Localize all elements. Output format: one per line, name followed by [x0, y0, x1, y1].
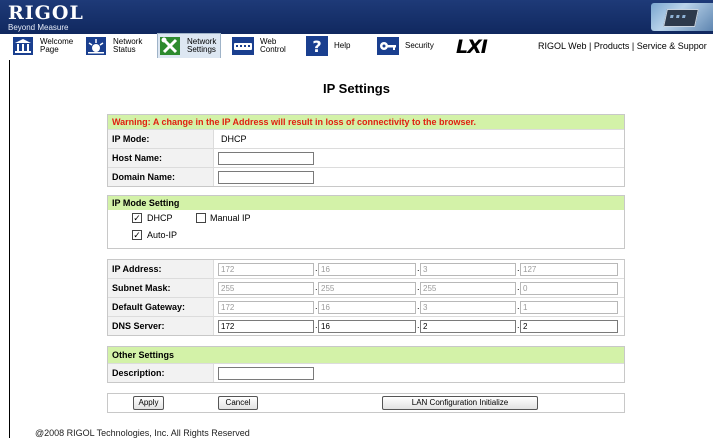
domain-name-label: Domain Name:: [108, 168, 214, 186]
ip-address-octet-4[interactable]: [520, 263, 618, 276]
subnet-mask-octet-4[interactable]: [520, 282, 618, 295]
nav-welcome-label: Welcome Page: [40, 37, 74, 54]
general-settings-section: Warning: A change in the IP Address will…: [107, 114, 625, 187]
subnet-mask-row: Subnet Mask: . . .: [108, 278, 624, 297]
warning-text: Warning: A change in the IP Address will…: [112, 117, 477, 127]
logo-text: RIGOL: [8, 2, 84, 24]
ip-mode-row: IP Mode: DHCP: [108, 129, 624, 148]
subnet-mask-label: Subnet Mask:: [108, 279, 214, 297]
content-border: [9, 60, 10, 438]
nav-security-label: Security: [405, 41, 434, 50]
top-links[interactable]: RIGOL Web | Products | Service & Suppor: [538, 41, 707, 51]
domain-name-row: Domain Name:: [108, 167, 624, 186]
subnet-mask-octet-1[interactable]: [218, 282, 314, 295]
default-gateway-octet-4[interactable]: [520, 301, 618, 314]
ip-address-label: IP Address:: [108, 260, 214, 278]
nav-help-label: Help: [334, 41, 351, 50]
default-gateway-row: Default Gateway: . . .: [108, 297, 624, 316]
dns-server-row: DNS Server: . . .: [108, 316, 624, 335]
ip-address-octet-1[interactable]: [218, 263, 314, 276]
key-icon: [376, 36, 400, 56]
help-icon: ?: [305, 36, 329, 56]
svg-text:?: ?: [312, 37, 321, 56]
nav-web-control[interactable]: Web Control: [231, 34, 286, 58]
cancel-button[interactable]: Cancel: [218, 396, 258, 410]
ip-mode-label: IP Mode:: [108, 130, 214, 148]
nav-network-status[interactable]: Network Status: [84, 34, 142, 58]
domain-name-input[interactable]: [218, 171, 314, 184]
nav-welcome-page[interactable]: Welcome Page: [11, 34, 73, 58]
lan-config-initialize-button[interactable]: LAN Configuration Initialize: [382, 396, 538, 410]
nav-web-control-label: Web Control: [260, 37, 286, 54]
building-icon: [11, 36, 35, 56]
dns-server-octet-4[interactable]: [520, 320, 618, 333]
description-row: Description:: [108, 363, 624, 382]
other-settings-title: Other Settings: [112, 350, 175, 360]
other-settings-header: Other Settings: [108, 347, 624, 363]
ip-address-octet-2[interactable]: [318, 263, 416, 276]
manual-ip-label: Manual IP: [210, 213, 251, 223]
ip-mode-value: DHCP: [221, 134, 247, 144]
logo-tagline: Beyond Measure: [8, 23, 69, 32]
default-gateway-label: Default Gateway:: [108, 298, 214, 316]
auto-ip-label: Auto-IP: [147, 230, 178, 240]
auto-ip-row: ✓ Auto-IP: [108, 227, 624, 244]
dhcp-label: DHCP: [147, 213, 173, 223]
keyboard-icon: [231, 36, 255, 56]
other-settings-section: Other Settings Description:: [107, 346, 625, 383]
action-bar: Apply Cancel LAN Configuration Initializ…: [107, 393, 625, 413]
host-name-label: Host Name:: [108, 149, 214, 167]
address-section: IP Address: . . . Subnet Mask: . . . Def…: [107, 259, 625, 336]
copyright-footer: @2008 RIGOL Technologies, Inc. All Right…: [35, 428, 250, 438]
nav-network-settings[interactable]: Network Settings: [157, 33, 222, 58]
ip-mode-options-row: ✓ DHCP Manual IP: [108, 210, 624, 227]
description-input[interactable]: [218, 367, 314, 380]
nav-help[interactable]: ? Help: [305, 34, 350, 58]
default-gateway-octet-1[interactable]: [218, 301, 314, 314]
subnet-mask-octet-3[interactable]: [420, 282, 516, 295]
auto-ip-checkbox[interactable]: ✓: [132, 230, 142, 240]
manual-ip-checkbox[interactable]: [196, 213, 206, 223]
nav-security[interactable]: Security: [376, 34, 434, 58]
ip-mode-setting-title: IP Mode Setting: [112, 198, 180, 208]
rigol-logo[interactable]: RIGOL Beyond Measure: [8, 3, 84, 32]
dns-server-octet-1[interactable]: [218, 320, 314, 333]
ip-address-octet-3[interactable]: [420, 263, 516, 276]
default-gateway-octet-3[interactable]: [420, 301, 516, 314]
warning-banner: Warning: A change in the IP Address will…: [108, 115, 624, 129]
subnet-mask-octet-2[interactable]: [318, 282, 416, 295]
dhcp-checkbox[interactable]: ✓: [132, 213, 142, 223]
nav-status-label: Network Status: [113, 37, 143, 54]
instrument-banner-image: [651, 3, 713, 31]
tools-icon: [158, 36, 182, 56]
page-title: IP Settings: [323, 81, 390, 96]
ip-mode-setting-header: IP Mode Setting: [108, 196, 624, 210]
dns-server-octet-3[interactable]: [420, 320, 516, 333]
lxi-logo: LXI: [456, 36, 488, 58]
dns-server-octet-2[interactable]: [318, 320, 416, 333]
host-name-input[interactable]: [218, 152, 314, 165]
host-name-row: Host Name:: [108, 148, 624, 167]
default-gateway-octet-2[interactable]: [318, 301, 416, 314]
ip-mode-setting-section: IP Mode Setting ✓ DHCP Manual IP ✓ Auto-…: [107, 195, 625, 249]
description-label: Description:: [108, 364, 214, 382]
network-status-icon: [84, 36, 108, 56]
apply-button[interactable]: Apply: [133, 396, 164, 410]
dns-server-label: DNS Server:: [108, 317, 214, 335]
ip-address-row: IP Address: . . .: [108, 260, 624, 278]
nav-settings-label: Network Settings: [187, 37, 217, 54]
